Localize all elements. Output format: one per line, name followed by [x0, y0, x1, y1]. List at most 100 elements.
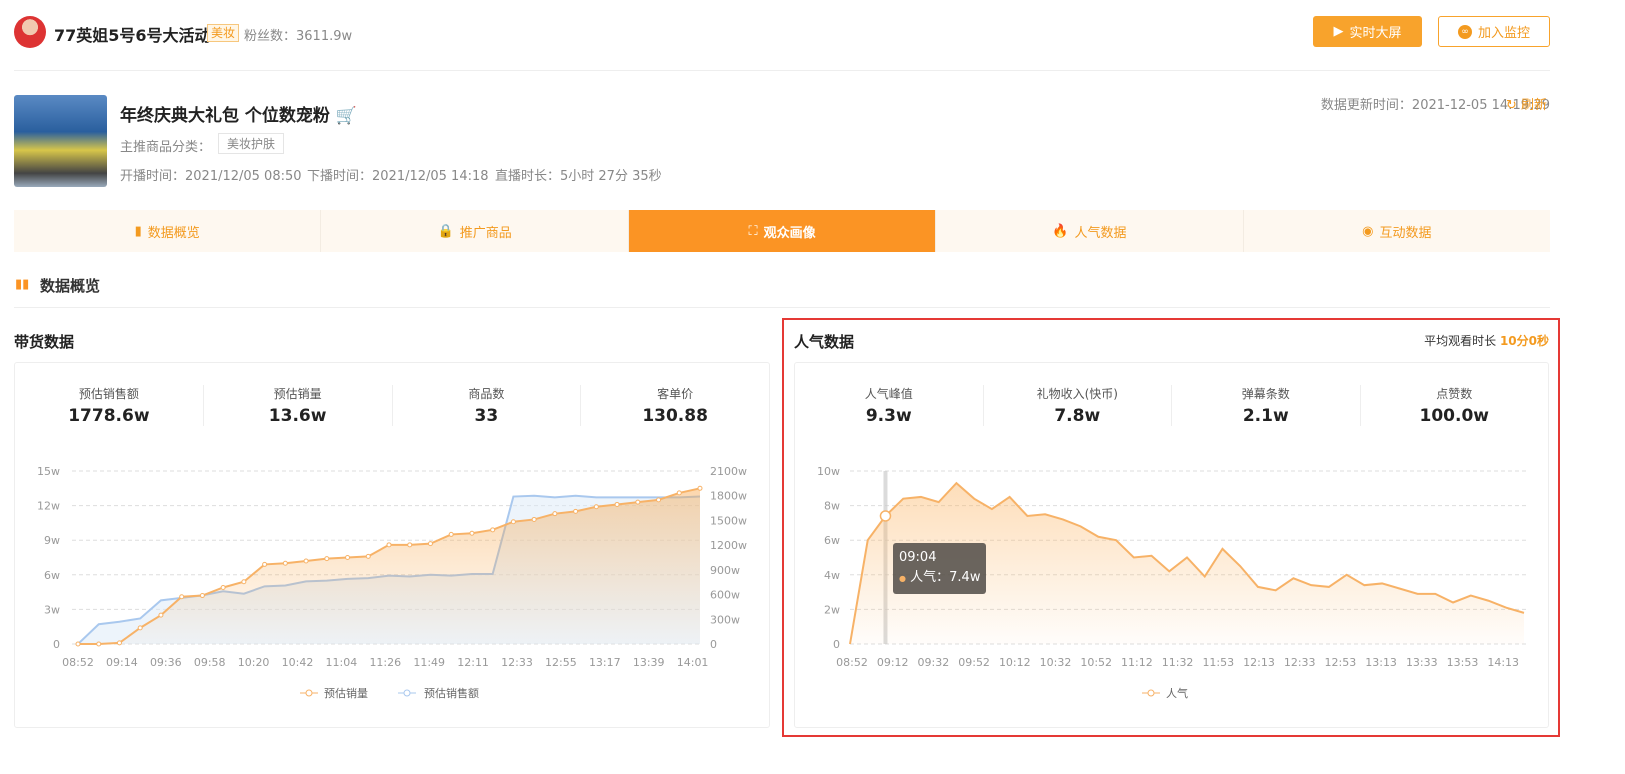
sales-volume-point — [137, 625, 143, 631]
stat-unit-price: 客单价 130.88 — [581, 385, 769, 426]
x-tick: 10:20 — [238, 656, 270, 669]
tab-interaction-data[interactable]: ◉ 互动数据 — [1244, 210, 1550, 252]
stat-label: 客单价 — [657, 387, 694, 401]
sales-volume-point — [531, 516, 537, 522]
stat-sales-volume: 预估销量 13.6w — [204, 385, 393, 426]
add-monitor-button[interactable]: ∞ 加入监控 — [1438, 16, 1550, 47]
y-tick-right: 1200w — [710, 539, 747, 552]
sales-volume-point — [697, 485, 703, 491]
add-monitor-label: 加入监控 — [1477, 26, 1530, 41]
chart-tooltip: 09:04 ● 人气：7.4w — [893, 543, 987, 594]
stat-label: 弹幕条数 — [1241, 387, 1290, 401]
sales-volume-point — [179, 594, 185, 600]
tab-data-overview[interactable]: ▮ 数据概览 — [14, 210, 322, 252]
sales-volume-point — [573, 508, 579, 514]
y-tick-left: 3w — [44, 603, 60, 616]
x-tick: 11:04 — [326, 656, 358, 669]
x-tick: 09:14 — [106, 656, 138, 669]
tab-label: 数据概览 — [147, 225, 200, 241]
x-tick: 12:53 — [1325, 656, 1357, 669]
stat-label: 商品数 — [468, 387, 505, 401]
sales-volume-point — [303, 558, 309, 564]
realtime-screen-label: 实时大屏 — [1349, 26, 1402, 41]
realtime-screen-button[interactable]: ▶ 实时大屏 — [1313, 16, 1422, 47]
x-tick: 08:52 — [62, 656, 94, 669]
x-tick: 11:32 — [1162, 656, 1194, 669]
y-tick-right: 900w — [710, 564, 740, 577]
sales-stats: 预估销售额 1778.6w 预估销量 13.6w 商品数 33 客单价 130.88 — [15, 385, 769, 426]
y-tick-right: 1500w — [710, 514, 747, 527]
stat-value: 2.1w — [1242, 406, 1289, 426]
tab-popularity-data[interactable]: 🔥 人气数据 — [936, 210, 1244, 252]
x-tick: 09:32 — [918, 656, 950, 669]
stat-label: 预估销售额 — [78, 387, 139, 401]
sales-volume-point — [407, 542, 413, 548]
end-time: 下播时间：2021/12/05 14:18 — [307, 169, 489, 184]
live-cover-image[interactable] — [14, 95, 107, 187]
legend-marker — [1147, 689, 1155, 697]
portrait-icon: ⛶ — [748, 223, 758, 239]
stat-sales-amount: 预估销售额 1778.6w — [15, 385, 204, 426]
tab-audience-profile[interactable]: ⛶ 观众画像 — [628, 210, 937, 252]
x-tick: 10:42 — [282, 656, 314, 669]
y-tick-right: 0 — [710, 638, 717, 651]
legend-marker-volume — [305, 689, 313, 697]
legend-label-volume: 预估销量 — [324, 686, 368, 700]
y-tick-right: 2100w — [710, 465, 747, 478]
stat-value: 100.0w — [1419, 406, 1489, 426]
sales-volume-point — [469, 530, 475, 536]
sales-volume-point — [593, 504, 599, 510]
sales-volume-point — [552, 511, 558, 517]
sales-volume-point — [656, 497, 662, 503]
sales-volume-point — [324, 556, 330, 562]
x-tick: 11:49 — [413, 656, 445, 669]
anchor-avatar[interactable] — [14, 16, 46, 48]
refresh-label: 刷新 — [1521, 98, 1548, 113]
divider — [14, 70, 1550, 71]
tab-label: 推广商品 — [459, 225, 512, 241]
tv-icon: ▶ — [1333, 24, 1344, 39]
live-title-text: 年终庆典大礼包 个位数宠粉 — [120, 106, 330, 126]
y-tick-right: 600w — [710, 589, 740, 602]
sales-volume-point — [96, 641, 102, 647]
x-tick: 11:12 — [1121, 656, 1153, 669]
bar-chart-icon: ▮ — [134, 223, 142, 239]
x-tick: 13:17 — [589, 656, 621, 669]
tab-promoted-products[interactable]: 🔒 推广商品 — [321, 210, 629, 252]
tooltip-point — [879, 510, 892, 522]
sales-volume-point — [282, 560, 288, 566]
category-badge: 美妆 — [207, 24, 240, 42]
anchor-name[interactable]: 77英姐5号6号大活动 — [54, 22, 211, 46]
stat-product-count: 商品数 33 — [393, 385, 582, 426]
sales-volume-point — [676, 490, 682, 496]
y-tick-left: 12w — [37, 500, 60, 513]
y-tick-left: 9w — [44, 534, 60, 547]
x-tick: 14:01 — [677, 656, 709, 669]
stat-value: 9.3w — [865, 406, 912, 426]
tab-bar: ▮ 数据概览 🔒 推广商品 ⛶ 观众画像 🔥 人气数据 ◉ 互动数据 — [14, 210, 1550, 252]
tab-label: 互动数据 — [1379, 225, 1432, 241]
category-tag: 美妆护肤 — [218, 133, 285, 154]
stat-peak-popularity: 人气峰值 9.3w — [795, 385, 984, 426]
x-tick: 13:53 — [1447, 656, 1479, 669]
fans-count: 粉丝数：3611.9w — [244, 25, 352, 44]
x-tick: 12:13 — [1243, 656, 1275, 669]
x-tick: 12:55 — [545, 656, 577, 669]
sales-volume-point — [448, 531, 454, 537]
popularity-stats: 人气峰值 9.3w 礼物收入(快币) 7.8w 弹幕条数 2.1w 点赞数 100.0w — [795, 385, 1548, 426]
y-tick: 2w — [824, 603, 840, 616]
stat-value: 13.6w — [268, 406, 327, 426]
stat-value: 130.88 — [642, 406, 708, 426]
tooltip-row: ● 人气：7.4w — [899, 568, 980, 589]
duration: 直播时长：5小时 27分 35秒 — [495, 169, 662, 184]
sales-volume-point — [345, 555, 351, 560]
x-tick: 08:52 — [836, 656, 868, 669]
legend-label-amount: 预估销售额 — [424, 686, 479, 700]
sales-volume-point — [199, 593, 205, 599]
live-title: 年终庆典大礼包 个位数宠粉 🛒 — [120, 101, 357, 126]
y-tick: 6w — [824, 534, 840, 547]
x-tick: 09:58 — [194, 656, 226, 669]
refresh-button[interactable]: ↻ 刷新 — [1506, 94, 1547, 113]
sales-chart[interactable]: 0 3w 6w 9w 12w 15w 0 300w 600w 900w 1200w 1500w 1800… — [0, 455, 780, 715]
popularity-panel-title: 人气数据 — [794, 333, 855, 351]
